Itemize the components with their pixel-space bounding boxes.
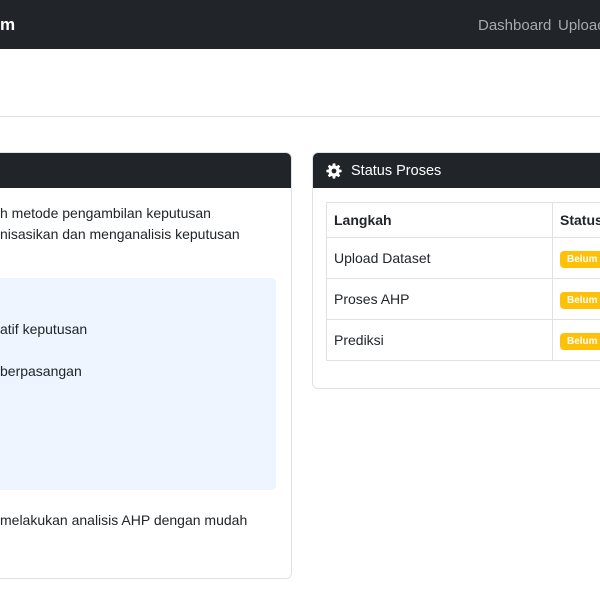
step-cell: Upload Dataset	[326, 237, 553, 279]
top-navbar: m Dashboard Uploac	[0, 0, 600, 49]
status-card-title: Status Proses	[351, 163, 442, 179]
table-row: Proses AHP Belum	[326, 278, 600, 320]
info-card-header	[0, 153, 291, 188]
column-header-status: Status	[552, 202, 600, 238]
status-card-header: Status Proses	[313, 153, 600, 188]
gear-icon	[326, 163, 342, 179]
status-table: Langkah Status Upload Dataset Belum Pros…	[326, 202, 600, 361]
header-divider	[0, 116, 600, 117]
table-row: Prediksi Belum	[326, 319, 600, 361]
closing-text: melakukan analisis AHP dengan mudah	[0, 512, 248, 528]
intro-text-line: nisasikan dan menganalisis keputusan	[0, 226, 240, 242]
status-badge: Belum	[560, 332, 600, 350]
step-cell: Prediksi	[326, 319, 553, 361]
intro-text-line: h metode pengambilan keputusan	[0, 205, 211, 221]
table-header-row: Langkah Status	[326, 202, 600, 238]
step-cell: Proses AHP	[326, 278, 553, 320]
status-badge: Belum	[560, 291, 600, 309]
nav-link-dashboard[interactable]: Dashboard	[478, 17, 551, 34]
status-badge: Belum	[560, 250, 600, 268]
info-list-item: berpasangan	[0, 363, 82, 379]
column-header-step: Langkah	[326, 202, 553, 238]
info-alert-box	[0, 278, 276, 490]
status-cell: Belum	[552, 278, 600, 320]
table-row: Upload Dataset Belum	[326, 237, 600, 279]
status-cell: Belum	[552, 319, 600, 361]
status-cell: Belum	[552, 237, 600, 279]
nav-link-upload[interactable]: Uploac	[558, 17, 600, 34]
navbar-brand[interactable]: m	[0, 15, 15, 35]
info-list-item: atif keputusan	[0, 321, 88, 337]
